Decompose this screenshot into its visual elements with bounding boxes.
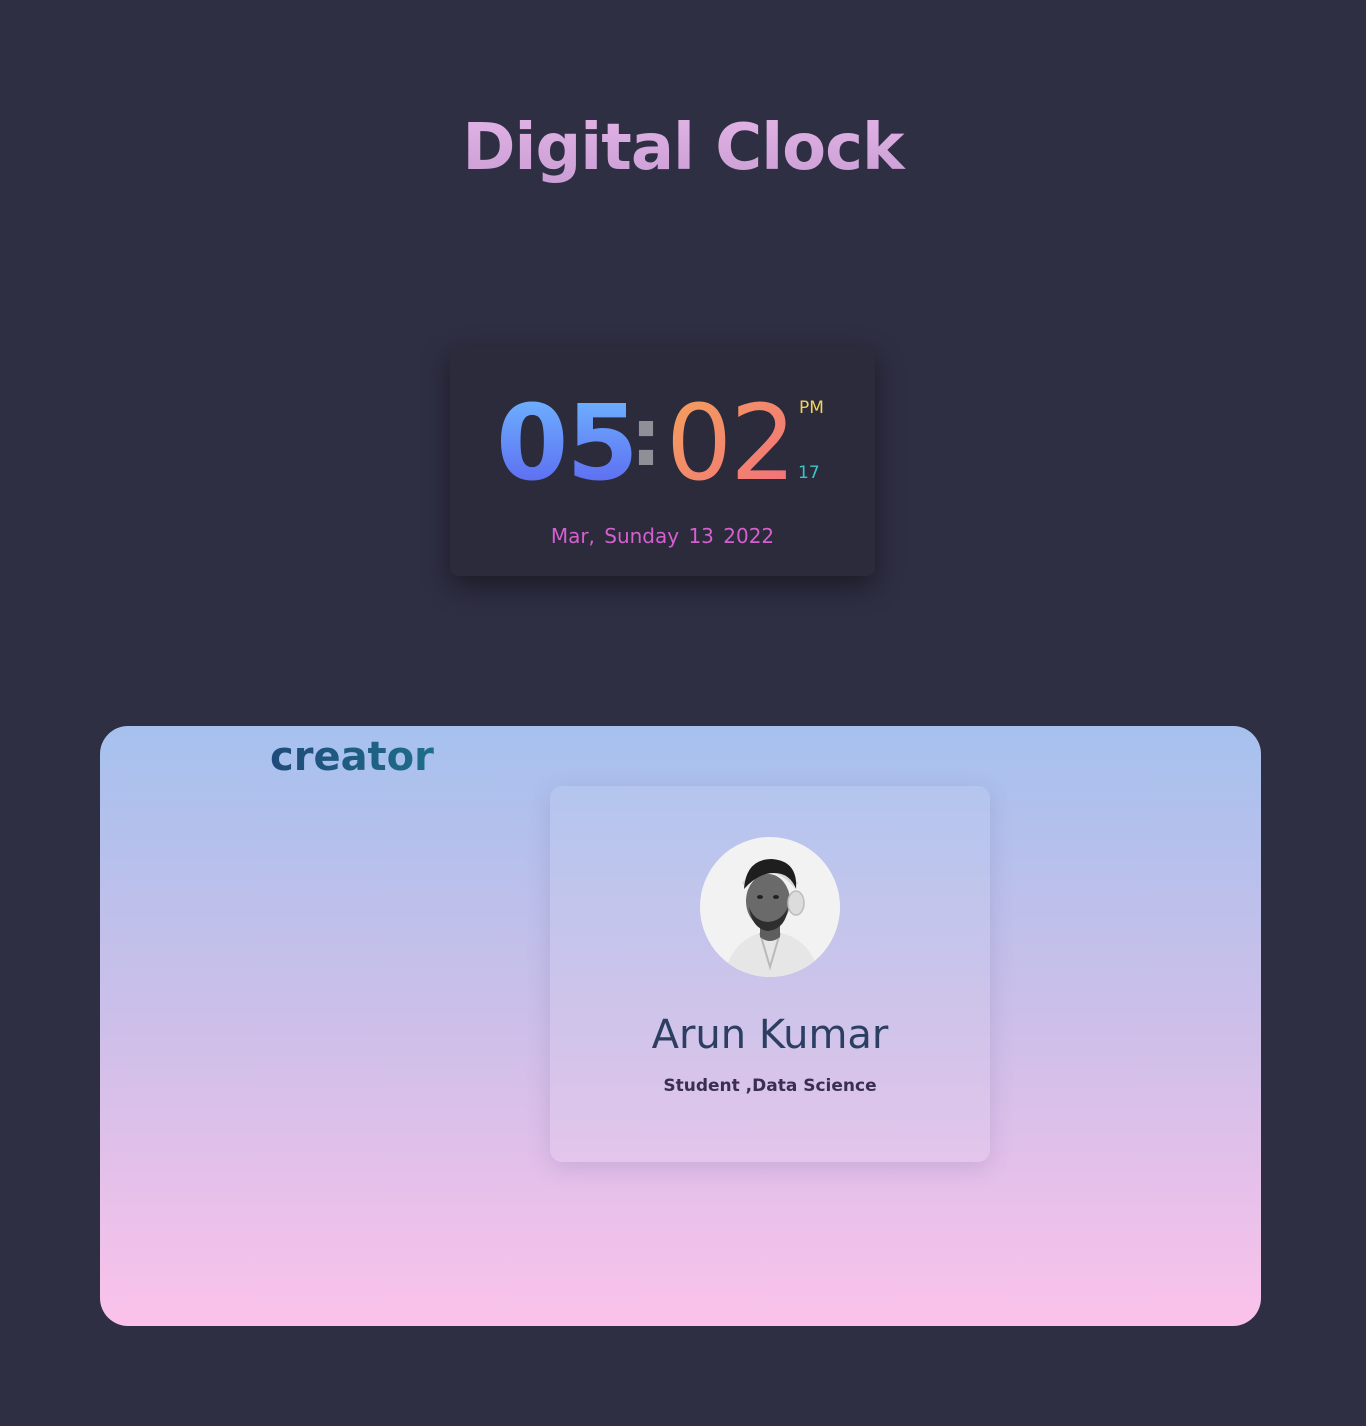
- person-photo-icon: [700, 837, 840, 977]
- creator-panel: creator Arun Kumar Student ,Data Science: [100, 726, 1261, 1326]
- clock-ampm: PM: [799, 398, 824, 418]
- clock-minutes: 02: [666, 382, 796, 504]
- clock-hours: 05: [496, 382, 639, 504]
- profile-role: Student ,Data Science: [663, 1076, 877, 1096]
- avatar: [700, 837, 840, 977]
- clock-separator: :: [630, 391, 662, 484]
- clock-date: Mar, Sunday 13 2022: [550, 524, 775, 548]
- clock-seconds: 17: [798, 463, 820, 483]
- creator-heading: creator: [270, 730, 434, 784]
- page-title: Digital Clock: [0, 108, 1366, 188]
- clock-time: 05 : 02: [0, 388, 1366, 498]
- profile-card: Arun Kumar Student ,Data Science: [550, 786, 990, 1162]
- profile-name: Arun Kumar: [651, 1012, 889, 1058]
